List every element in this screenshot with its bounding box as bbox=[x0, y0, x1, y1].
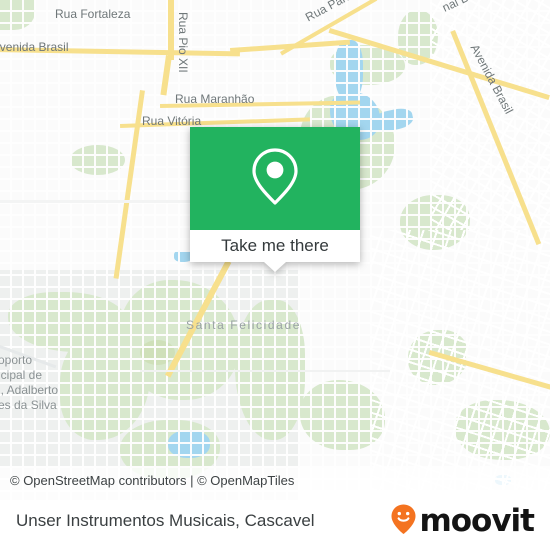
map-pin-icon bbox=[248, 145, 302, 212]
popup-pointer-tail bbox=[264, 262, 286, 272]
popup-header bbox=[190, 127, 360, 230]
map-road-connector-1 bbox=[0, 200, 200, 203]
map-label-rua-vitoria: Rua Vitória bbox=[142, 114, 202, 128]
take-me-there-button[interactable]: Take me there bbox=[221, 236, 329, 256]
map-attribution-text[interactable]: © OpenStreetMap contributors | © OpenMap… bbox=[0, 473, 294, 488]
map-label-rua-maranhao: Rua Maranhão bbox=[175, 92, 255, 106]
map-label-airport-line-2: icipal de bbox=[0, 368, 43, 382]
map-road-connector-3 bbox=[140, 370, 390, 372]
map-label-rua-fortaleza: Rua Fortaleza bbox=[55, 7, 131, 21]
map-label-airport: oporto icipal de l, Adalberto es da Silv… bbox=[0, 353, 58, 413]
map-label-avenida-brasil-west: Avenida Brasil bbox=[0, 40, 69, 54]
map-label-airport-line-3: l, Adalberto bbox=[0, 383, 59, 397]
map-screenshot: Rua Fortaleza Rua Pio XII Avenida Brasil… bbox=[0, 0, 550, 550]
map-label-rua-pio-xii: Rua Pio XII bbox=[176, 12, 190, 73]
map-label-airport-line-1: oporto bbox=[0, 353, 33, 367]
moovit-smiley-pin-icon bbox=[390, 503, 417, 540]
moovit-wordmark: moovit bbox=[419, 502, 535, 539]
popup-action-bar[interactable]: Take me there bbox=[190, 230, 360, 272]
location-title: Unser Instrumentos Musicais, Cascavel bbox=[16, 511, 315, 530]
map-label-airport-line-4: es da Silva bbox=[0, 398, 57, 412]
map-attribution-bar: © OpenStreetMap contributors | © OpenMap… bbox=[0, 468, 550, 492]
map-label-santa-felicidade: Santa Felicidade bbox=[186, 318, 301, 332]
footer-bar: Unser Instrumentos Musicais, Cascavel mo… bbox=[0, 492, 550, 550]
map-street-grid-right-top bbox=[430, 0, 550, 230]
moovit-logo[interactable]: moovit bbox=[390, 502, 535, 540]
map-road-pio-xii bbox=[168, 0, 174, 60]
location-popup-card[interactable]: Take me there bbox=[190, 127, 360, 272]
